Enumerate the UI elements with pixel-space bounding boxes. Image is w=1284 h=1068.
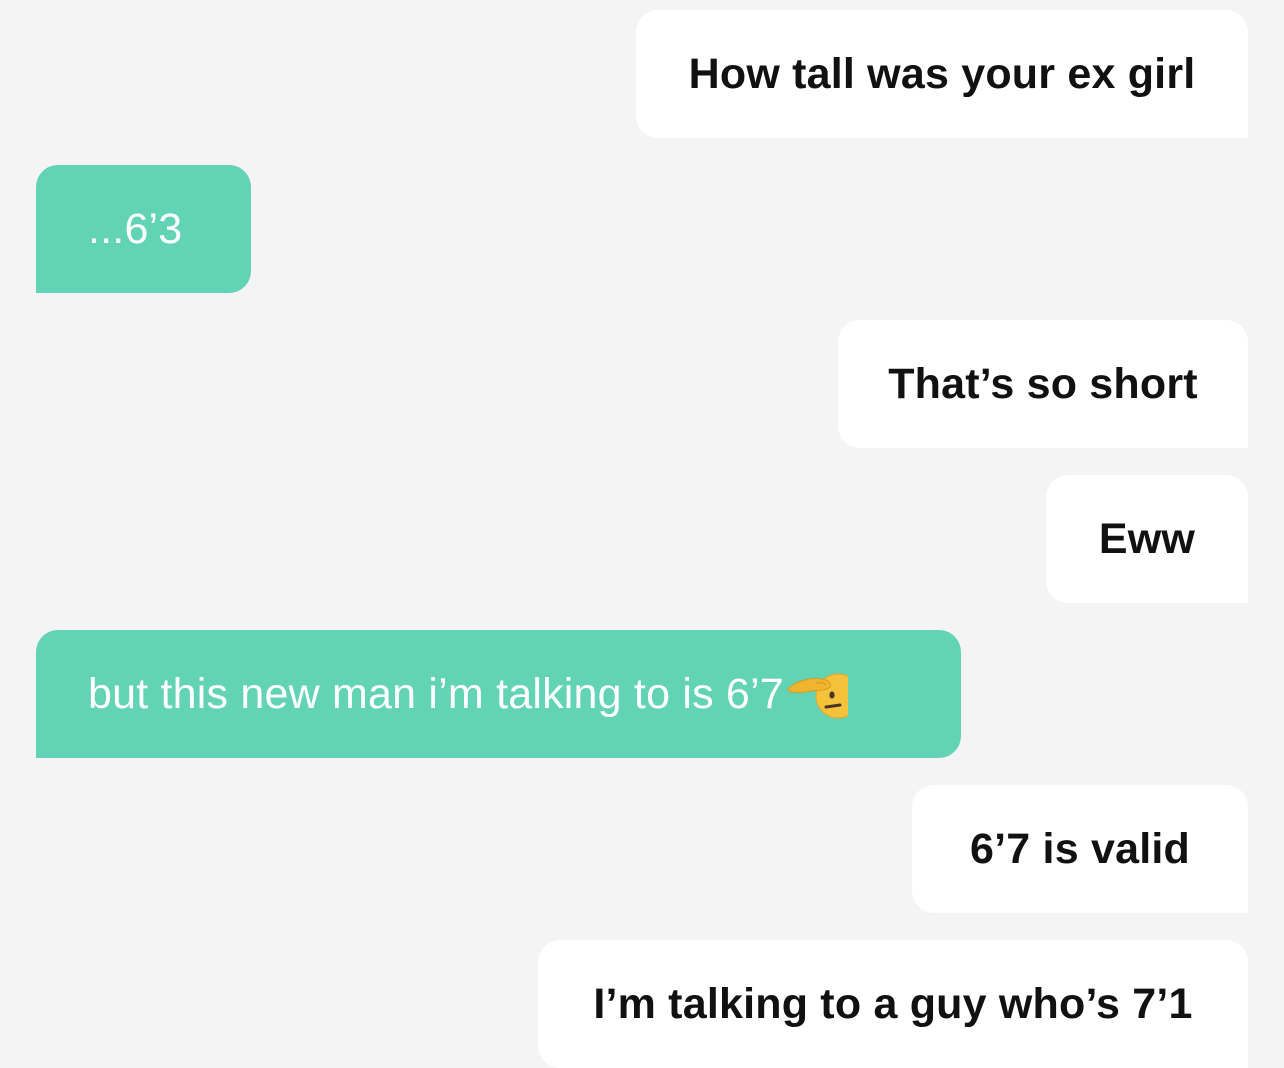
message-bubble-incoming[interactable]: 6’7 is valid (912, 785, 1248, 913)
message-bubble-incoming[interactable]: I’m talking to a guy who’s 7’1 (538, 940, 1248, 1068)
message-text: but this new man i’m talking to is 6’7 (88, 669, 784, 718)
message-bubble-incoming[interactable]: Eww (1046, 475, 1248, 603)
message-text: How tall was your ex girl (688, 49, 1196, 98)
chat-thread: How tall was your ex girl ...6’3 That’s … (0, 0, 1284, 1068)
message-text: ...6’3 (88, 204, 183, 253)
message-text: 6’7 is valid (970, 824, 1190, 873)
message-bubble-outgoing[interactable]: but this new man i’m talking to is 6’7 (36, 630, 961, 758)
message-text: That’s so short (888, 359, 1198, 408)
message-text: Eww (1098, 514, 1196, 563)
message-bubble-incoming[interactable]: How tall was your ex girl (636, 10, 1248, 138)
message-bubble-incoming[interactable]: That’s so short (838, 320, 1248, 448)
message-bubble-outgoing[interactable]: ...6’3 (36, 165, 251, 293)
message-text: I’m talking to a guy who’s 7’1 (593, 980, 1193, 1028)
saluting-face-icon (786, 669, 848, 719)
